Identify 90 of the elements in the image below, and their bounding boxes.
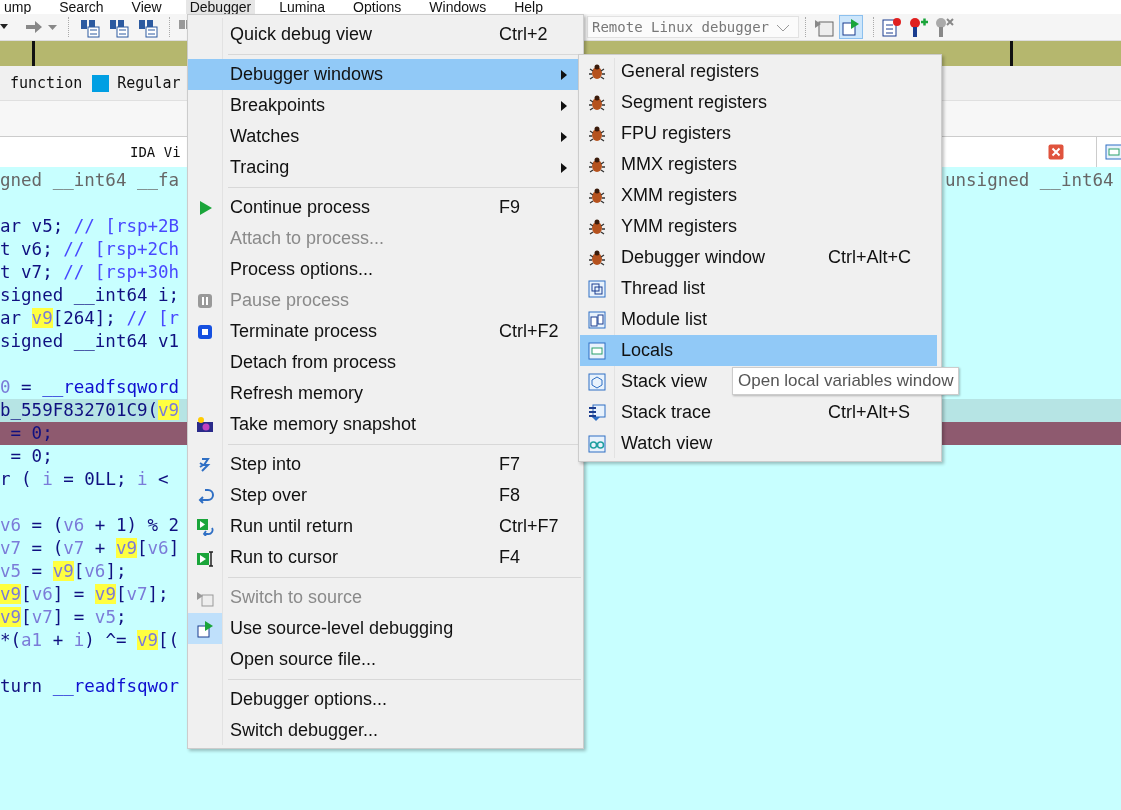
- bug-icon: [588, 217, 606, 236]
- menu-item[interactable]: Watch view: [580, 428, 937, 459]
- menu-item[interactable]: Debugger options...: [188, 684, 581, 715]
- menu-item[interactable]: Run until return Ctrl+F7: [188, 511, 581, 542]
- menu-item[interactable]: Step into F7: [188, 449, 581, 480]
- pause-icon: [196, 291, 214, 310]
- code-text: ar v9[264]; // [r: [0, 307, 180, 330]
- add-breakpoint-icon[interactable]: [907, 16, 929, 38]
- bug-icon: [588, 248, 606, 267]
- menu-item[interactable]: Detach from process: [188, 347, 581, 378]
- menu-item[interactable]: Thread list: [580, 273, 937, 304]
- caret-icon: [776, 23, 790, 33]
- menu-item[interactable]: Breakpoints: [188, 90, 581, 121]
- code-text: signed __int64 v1: [0, 330, 180, 353]
- code-text: 0 = __readfsqword: [0, 376, 180, 399]
- menu-title[interactable]: Debugger: [185, 0, 256, 14]
- code-text: *(a1 + i) ^= v9[(: [0, 629, 180, 652]
- code-text: t v6; // [rsp+2Ch: [0, 238, 180, 261]
- menu-item[interactable]: Debugger windows: [188, 59, 581, 90]
- tooltip: Open local variables window: [732, 367, 960, 395]
- breakpoint-list-icon[interactable]: [881, 16, 903, 38]
- menu-item[interactable]: Use source-level debugging: [188, 613, 581, 644]
- menu-item[interactable]: Stack trace Ctrl+Alt+S: [580, 397, 937, 428]
- menu-title[interactable]: Search: [55, 0, 108, 14]
- code-text: unsigned __int64: [945, 169, 1114, 192]
- code-text: v9[v6] = v9[v7];: [0, 583, 169, 606]
- bug-icon: [588, 124, 606, 143]
- camera-icon: [196, 415, 214, 434]
- menu-item[interactable]: General registers: [580, 56, 937, 87]
- code-text: gned __int64 __fa: [0, 169, 180, 192]
- code-text: v7 = (v7 + v9[v6]: [0, 537, 180, 560]
- menu-item[interactable]: Debugger window Ctrl+Alt+C: [580, 242, 937, 273]
- menu-item[interactable]: Quick debug view Ctrl+2: [188, 19, 581, 50]
- bug-icon: [588, 155, 606, 174]
- bug-icon: [588, 186, 606, 205]
- window-icon[interactable]: [1105, 144, 1121, 160]
- source-debugging-button[interactable]: [839, 15, 863, 39]
- tab-title[interactable]: IDA Vi: [130, 144, 181, 160]
- menu-item[interactable]: FPU registers: [580, 118, 937, 149]
- run-cursor-icon: [196, 548, 214, 567]
- menu-title[interactable]: View: [127, 0, 166, 14]
- windows-icon: [588, 279, 606, 298]
- glasses-icon: [588, 434, 606, 453]
- code-text: t v7; // [rsp+30h: [0, 261, 180, 284]
- menu-title[interactable]: Options: [349, 0, 406, 14]
- menu-item[interactable]: Switch debugger...: [188, 715, 581, 746]
- legend-label: Regular: [117, 74, 181, 92]
- bug-icon: [588, 62, 606, 81]
- stack-trace-icon: [588, 403, 606, 422]
- close-icon[interactable]: [1048, 144, 1064, 160]
- code-text: = 0;: [9, 445, 53, 468]
- menu-item[interactable]: Terminate process Ctrl+F2: [188, 316, 581, 347]
- window-icon: [588, 341, 606, 360]
- source-play-icon: [196, 619, 214, 638]
- code-text: = 0;: [9, 422, 53, 445]
- menu-item[interactable]: Step over F8: [188, 480, 581, 511]
- run-return-icon: [196, 517, 214, 536]
- menu-item[interactable]: XMM registers: [580, 180, 937, 211]
- stop-icon: [196, 322, 214, 341]
- menu-item[interactable]: Continue process F9: [188, 192, 581, 223]
- menu-item[interactable]: Run to cursor F4: [188, 542, 581, 573]
- step-over-icon: [196, 486, 214, 505]
- module-icon: [588, 310, 606, 329]
- menu-item[interactable]: MMX registers: [580, 149, 937, 180]
- menu-item[interactable]: Refresh memory: [188, 378, 581, 409]
- menu-item[interactable]: Segment registers: [580, 87, 937, 118]
- stack-icon: [588, 372, 606, 391]
- menu-item[interactable]: YMM registers: [580, 211, 937, 242]
- code-text: r ( i = 0LL; i <: [0, 468, 169, 491]
- menu-item[interactable]: Open source file...: [188, 644, 581, 675]
- menu-item[interactable]: Locals: [580, 335, 937, 366]
- menu-item[interactable]: Module list: [580, 304, 937, 335]
- code-text: signed __int64 i;: [0, 284, 180, 307]
- menu-title[interactable]: Help: [510, 0, 547, 14]
- code-text: v9[v7] = v5;: [0, 606, 127, 629]
- menu-item[interactable]: Process options...: [188, 254, 581, 285]
- code-text: b_559F832701C9(v9: [0, 399, 180, 422]
- menu-title[interactable]: Windows: [425, 0, 491, 14]
- legend-label: function: [10, 74, 83, 92]
- code-text: v6 = (v6 + 1) % 2: [0, 514, 180, 537]
- debugger-dropdown[interactable]: Remote Linux debugger: [587, 16, 799, 38]
- bug-icon: [588, 93, 606, 112]
- menu-item[interactable]: Watches: [188, 121, 581, 152]
- code-text: v5 = v9[v6];: [0, 560, 127, 583]
- menu-title[interactable]: ump: [0, 0, 36, 14]
- menu-title[interactable]: Lumina: [275, 0, 330, 14]
- menu-item[interactable]: Tracing: [188, 152, 581, 183]
- menu-item[interactable]: Take memory snapshot: [188, 409, 581, 440]
- code-text: turn __readfsqwor: [0, 675, 180, 698]
- code-text: ar v5; // [rsp+2B: [0, 215, 180, 238]
